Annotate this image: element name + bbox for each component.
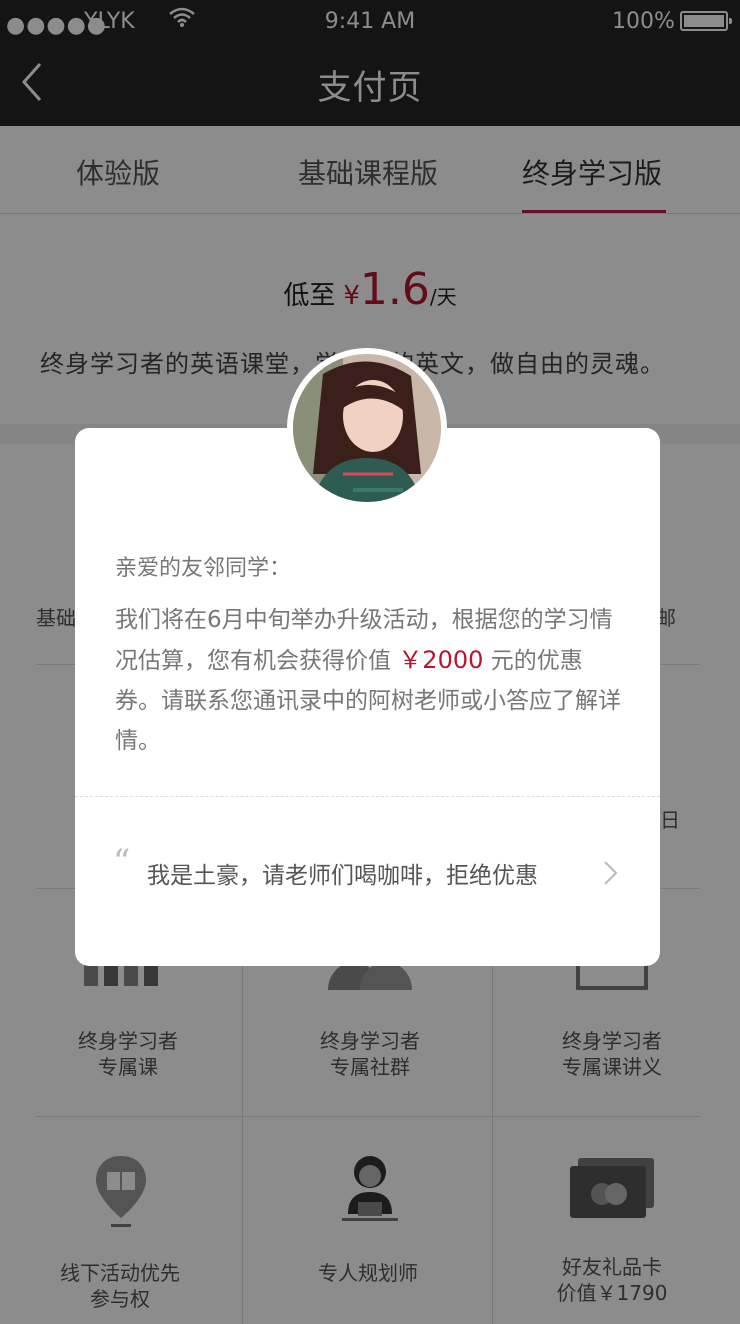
chevron-right-icon[interactable] [603,860,619,886]
teacher-avatar [287,348,447,508]
avatar-image [293,354,441,502]
refuse-offer-link[interactable]: 我是土豪，请老师们喝咖啡，拒绝优惠 [147,856,538,890]
dialog-message: 我们将在6月中旬举办升级活动，根据您的学习情况估算，您有机会获得价值 ￥2000… [115,600,625,761]
coupon-amount: ￥2000 [398,646,484,674]
quote-icon: “ [113,842,131,882]
dialog-greeting: 亲爱的友邻同学： [115,556,292,581]
dashed-divider [75,796,660,797]
promo-dialog: 亲爱的友邻同学： 我们将在6月中旬举办升级活动，根据您的学习情况估算，您有机会获… [75,428,660,966]
